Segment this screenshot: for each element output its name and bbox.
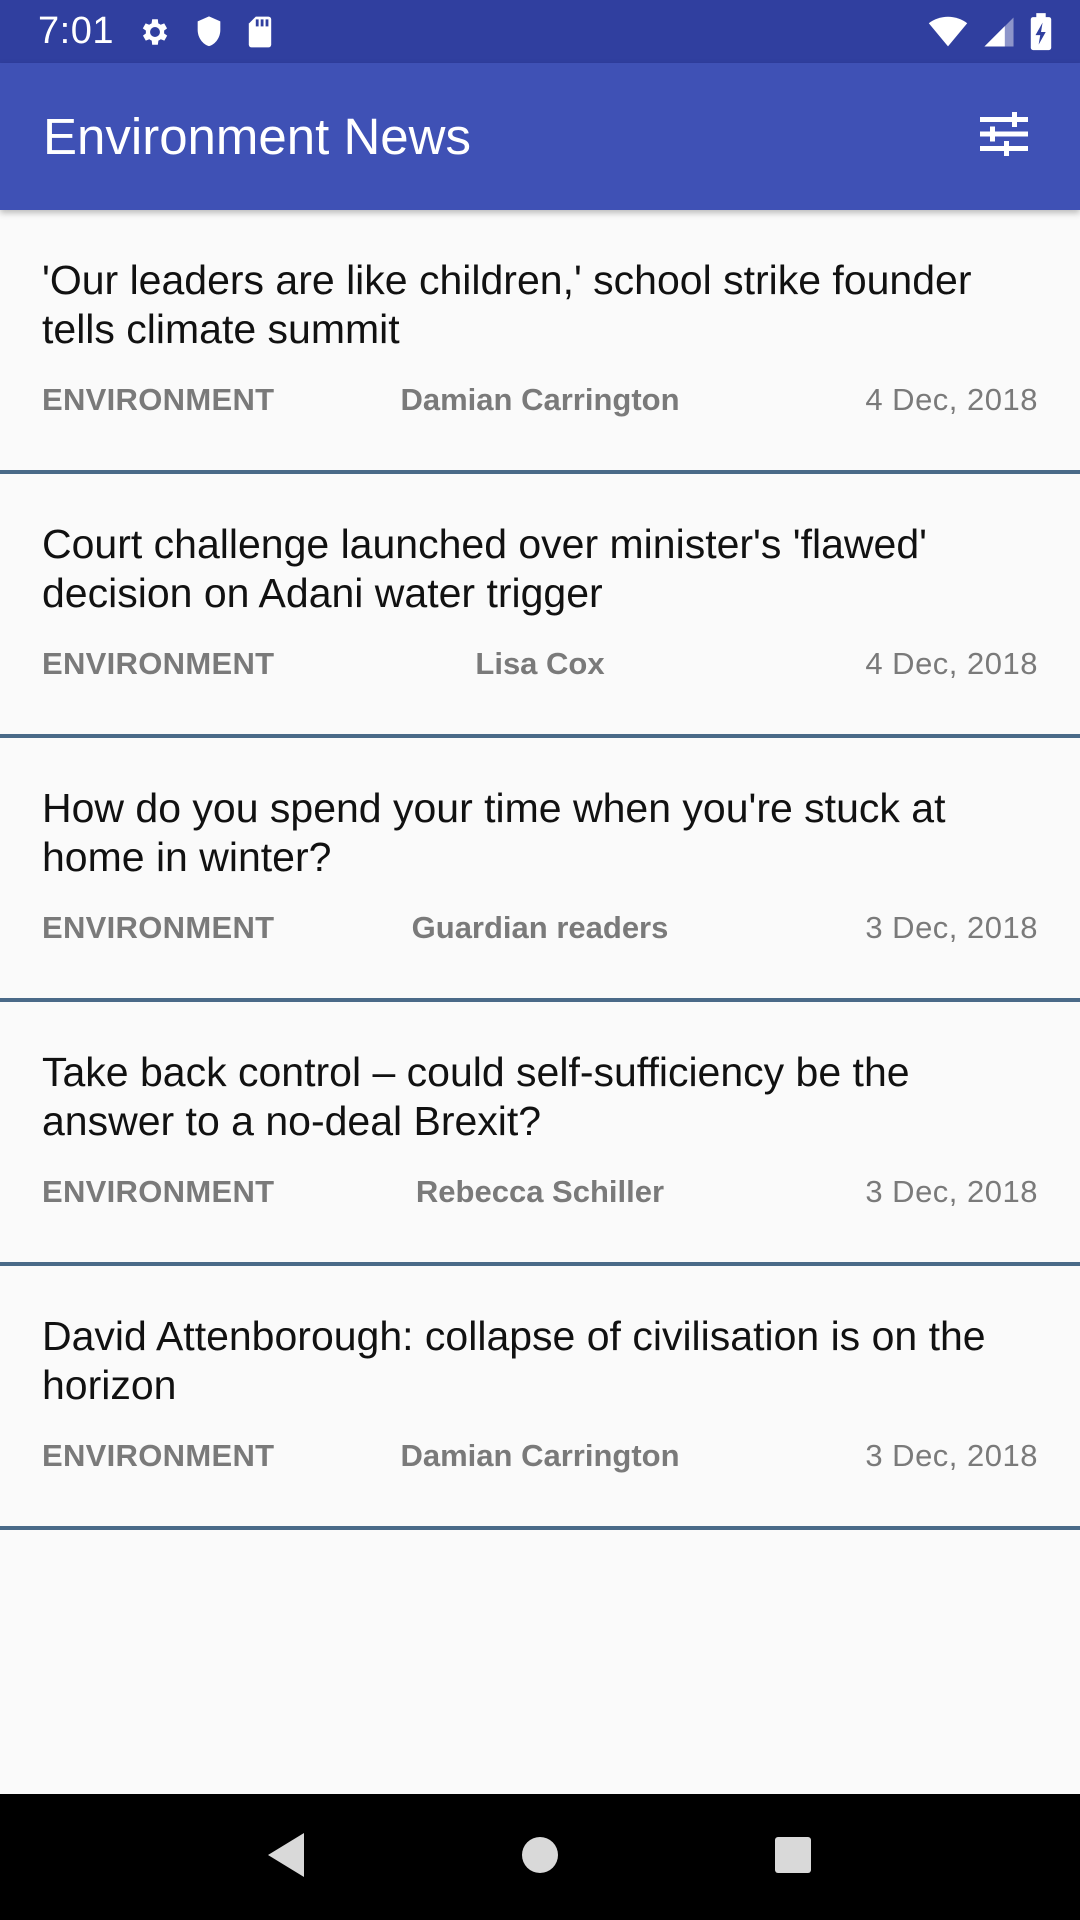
news-list-item[interactable]: David Attenborough: collapse of civilisa… [0,1266,1080,1530]
filter-settings-icon [978,112,1030,161]
cell-signal-icon [982,16,1016,48]
news-meta: ENVIRONMENT Damian Carrington 4 Dec, 201… [42,382,1038,418]
news-date: 4 Dec, 2018 [865,646,1038,681]
gear-icon [138,15,172,49]
page-title: Environment News [43,108,471,165]
news-meta: ENVIRONMENT Damian Carrington 3 Dec, 201… [42,1438,1038,1474]
news-section: ENVIRONMENT [42,910,275,945]
status-right-icons [928,12,1052,51]
news-date: 3 Dec, 2018 [865,1174,1038,1209]
battery-charging-icon [1030,12,1052,51]
news-list-item[interactable]: How do you spend your time when you're s… [0,738,1080,1002]
news-meta: ENVIRONMENT Rebecca Schiller 3 Dec, 2018 [42,1174,1038,1210]
news-headline: Take back control – could self-sufficien… [42,1049,910,1144]
news-section: ENVIRONMENT [42,1174,275,1209]
news-headline: 'Our leaders are like children,' school … [42,257,972,352]
home-icon [520,1835,560,1880]
shield-icon [194,15,224,49]
news-meta: ENVIRONMENT Lisa Cox 4 Dec, 2018 [42,646,1038,682]
recents-icon [773,1835,813,1880]
news-headline: Court challenge launched over minister's… [42,521,927,616]
news-author: Rebecca Schiller [415,1174,665,1209]
news-list-item[interactable]: Take back control – could self-sufficien… [0,1002,1080,1266]
news-section: ENVIRONMENT [42,1438,275,1473]
status-bar: 7:01 [0,0,1080,63]
news-list-item[interactable]: 'Our leaders are like children,' school … [0,210,1080,474]
news-headline: How do you spend your time when you're s… [42,785,946,880]
news-author: Damian Carrington [400,382,680,417]
system-nav-bar [0,1794,1080,1920]
sd-card-icon [246,15,274,49]
news-date: 3 Dec, 2018 [865,1438,1038,1473]
app-bar: Environment News [0,63,1080,210]
back-button[interactable] [237,1807,337,1907]
news-section: ENVIRONMENT [42,382,275,417]
news-headline: David Attenborough: collapse of civilisa… [42,1313,986,1408]
filter-settings-button[interactable] [968,101,1040,173]
news-author: Guardian readers [411,910,669,945]
status-left-icons [138,15,274,49]
recents-button[interactable] [743,1807,843,1907]
wifi-icon [928,16,968,48]
news-section: ENVIRONMENT [42,646,275,681]
status-time: 7:01 [38,10,114,52]
news-date: 3 Dec, 2018 [865,910,1038,945]
news-author: Damian Carrington [400,1438,680,1473]
news-author: Lisa Cox [475,646,605,681]
news-list: 'Our leaders are like children,' school … [0,210,1080,1530]
news-meta: ENVIRONMENT Guardian readers 3 Dec, 2018 [42,910,1038,946]
home-button[interactable] [490,1807,590,1907]
news-list-item[interactable]: Court challenge launched over minister's… [0,474,1080,738]
back-icon [266,1831,308,1884]
news-date: 4 Dec, 2018 [865,382,1038,417]
